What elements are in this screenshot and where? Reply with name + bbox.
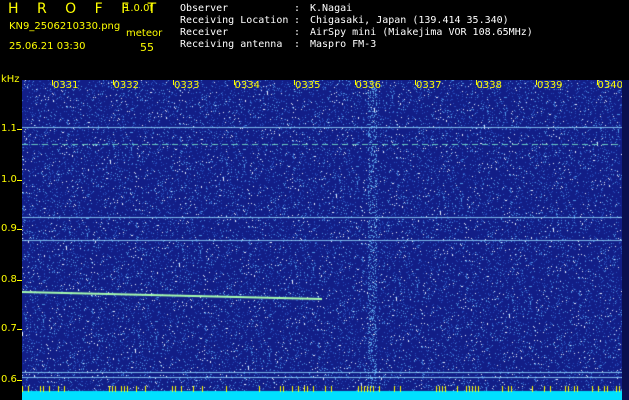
frequency-unit-label: kHz bbox=[1, 74, 20, 85]
info-value: K.Nagai bbox=[310, 3, 353, 14]
info-separator: : bbox=[294, 39, 301, 50]
info-label: Observer bbox=[180, 3, 229, 14]
frequency-tick-mark bbox=[17, 329, 22, 330]
time-tick-label: 0338 bbox=[476, 80, 502, 91]
time-tick-label: 0333 bbox=[174, 80, 200, 91]
datetime-label: 25.06.21 03:30 bbox=[9, 41, 86, 52]
frequency-tick-mark bbox=[17, 280, 22, 281]
time-tick-mark bbox=[233, 80, 235, 85]
time-tick-label: 0332 bbox=[113, 80, 139, 91]
time-tick-label: 0331 bbox=[53, 80, 79, 91]
version-label: 1.0.0f bbox=[124, 3, 153, 14]
time-tick-label: 0334 bbox=[234, 80, 260, 91]
time-tick-mark bbox=[173, 80, 174, 85]
info-label: Receiving Location bbox=[180, 15, 289, 26]
info-separator: : bbox=[294, 3, 301, 14]
info-receiver: Receiver: AirSpy mini (Miakejima VOR 108.… bbox=[180, 27, 533, 39]
frequency-tick-mark bbox=[17, 380, 22, 381]
time-tick-label: 0337 bbox=[416, 80, 442, 91]
info-location: Receiving Location: Chigasaki, Japan (139… bbox=[180, 15, 509, 27]
time-tick-label: 0339 bbox=[537, 80, 563, 91]
meteor-count: 55 bbox=[140, 41, 154, 54]
info-value: AirSpy mini (Miakejima VOR 108.65MHz) bbox=[310, 27, 533, 38]
info-label: Receiver bbox=[180, 27, 229, 38]
spectrogram-waterfall: 0331 0332 0333 0334 0335 0336 0337 0338 0339 0340 bbox=[22, 80, 622, 400]
time-tick-mark bbox=[294, 80, 295, 85]
frequency-tick-mark bbox=[17, 129, 22, 130]
frequency-tick-mark bbox=[17, 180, 22, 181]
mode-label: meteor bbox=[126, 28, 163, 39]
time-tick-label: 0340 bbox=[597, 80, 623, 91]
info-value: Maspro FM-3 bbox=[310, 39, 377, 50]
time-tick-mark bbox=[52, 80, 53, 85]
info-label: Receiving antenna bbox=[180, 39, 283, 50]
time-tick-mark bbox=[596, 80, 598, 85]
time-tick-mark bbox=[354, 80, 356, 85]
time-tick-mark bbox=[536, 80, 537, 85]
spectrogram-canvas bbox=[22, 80, 622, 400]
info-separator: : bbox=[294, 27, 301, 38]
time-tick-label: 0336 bbox=[355, 80, 381, 91]
frequency-tick-mark bbox=[17, 229, 22, 230]
info-value: Chigasaki, Japan (139.414 35.340) bbox=[310, 15, 509, 26]
right-margin bbox=[622, 80, 629, 400]
info-separator: : bbox=[294, 15, 301, 26]
filename-label: KN9_2506210330.png bbox=[9, 21, 121, 32]
time-tick-label: 0335 bbox=[295, 80, 321, 91]
info-observer: Observer: K.Nagai bbox=[180, 3, 352, 15]
time-tick-mark bbox=[475, 80, 477, 85]
info-antenna: Receiving antenna: Maspro FM-3 bbox=[180, 39, 376, 51]
time-tick-mark bbox=[112, 80, 114, 85]
time-tick-mark bbox=[415, 80, 416, 85]
